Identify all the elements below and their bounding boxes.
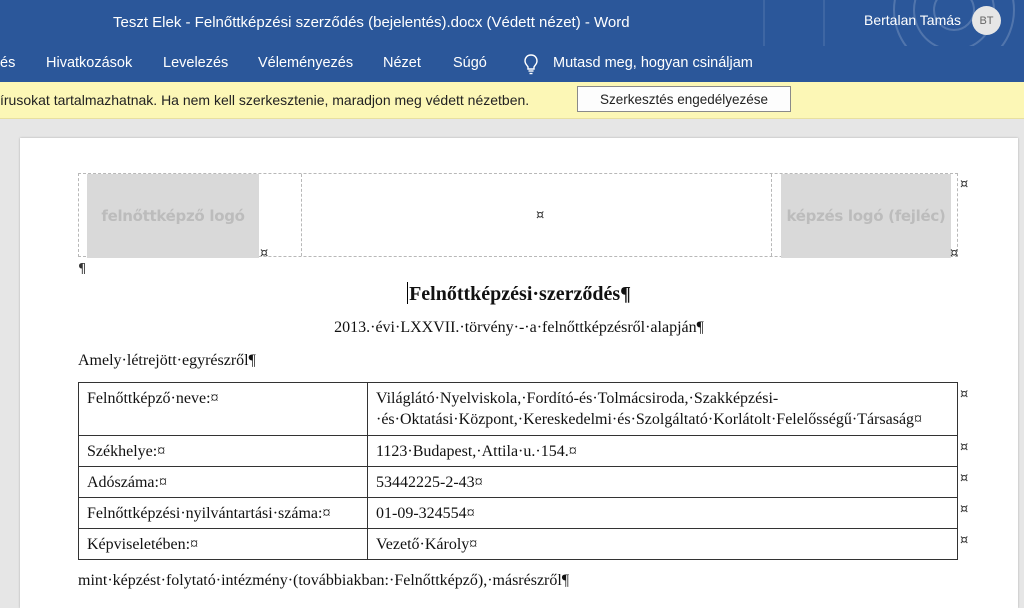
table-cell-value[interactable]: Világlátó·Nyelviskola,·Fordító-és·Tolmác… — [367, 382, 958, 436]
table-cell-label[interactable]: Képviseletében:¤ — [78, 528, 368, 560]
document-title-text: Felnőttképzési·szerződés¶ — [409, 283, 631, 305]
header-table: felnőttképző logó képzés logó (fejléc) — [78, 173, 958, 258]
table-row: Képviseletében:¤ Vezető·Károly¤ — [78, 528, 958, 560]
window-title: Teszt Elek - Felnőttképzési szerződés (b… — [113, 14, 630, 31]
table-row: Felnőttképzési·nyilvántartási·száma:¤ 01… — [78, 497, 958, 529]
document-subtitle[interactable]: 2013.·évi·LXXVII.·törvény·-·a·felnőttkép… — [20, 319, 1018, 337]
tell-me-search[interactable]: Mutasd meg, hogyan csináljam — [553, 55, 753, 71]
document-page[interactable]: felnőttképző logó képzés logó (fejléc) ¤… — [20, 138, 1018, 608]
tab-references[interactable]: Hivatkozások — [46, 55, 132, 71]
row-end-mark: ¤ — [960, 502, 969, 517]
ribbon-tabs: és Hivatkozások Levelezés Véleményezés N… — [0, 46, 1024, 82]
table-row: Székhelye:¤ 1123·Budapest,·Attila·u.·154… — [78, 435, 958, 467]
table-cell-label[interactable]: Székhelye:¤ — [78, 435, 368, 467]
table-row: Felnőttképző·neve:¤ Világlátó·Nyelviskol… — [78, 382, 958, 436]
paragraph-mark: ¶ — [78, 262, 87, 277]
lightbulb-icon[interactable] — [522, 53, 540, 75]
cell-end-mark: ¤ — [950, 246, 959, 261]
intro-paragraph[interactable]: Amely·létrejött·egyrészről¶ — [78, 352, 256, 370]
row-end-mark: ¤ — [960, 471, 969, 486]
tab-view[interactable]: Nézet — [383, 55, 421, 71]
cell-end-mark: ¤ — [536, 208, 545, 223]
table-row: Adószáma:¤ 53442225-2-43¤ — [78, 466, 958, 498]
tab-help[interactable]: Súgó — [453, 55, 487, 71]
title-bar: Teszt Elek - Felnőttképzési szerződés (b… — [0, 0, 1024, 46]
party-data-table: Felnőttképző·neve:¤ Világlátó·Nyelviskol… — [78, 382, 958, 560]
header-cell-divider — [301, 174, 302, 256]
closing-paragraph[interactable]: mint·képzést·folytató·intézmény·(további… — [78, 572, 569, 590]
avatar[interactable]: BT — [972, 6, 1001, 35]
tab-review[interactable]: Véleményezés — [258, 55, 353, 71]
account-name[interactable]: Bertalan Tamás — [864, 12, 961, 28]
tab-home-partial[interactable]: és — [0, 55, 15, 71]
table-cell-label[interactable]: Adószáma:¤ — [78, 466, 368, 498]
tab-mailings[interactable]: Levelezés — [163, 55, 228, 71]
row-end-mark: ¤ — [960, 440, 969, 455]
table-cell-label[interactable]: Felnőttképzési·nyilvántartási·száma:¤ — [78, 497, 368, 529]
table-cell-value[interactable]: 1123·Budapest,·Attila·u.·154.¤ — [367, 435, 958, 467]
protected-view-message: írusokat tartalmazhatnak. Ha nem kell sz… — [0, 92, 530, 108]
cell-end-mark: ¤ — [260, 246, 269, 261]
table-cell-value[interactable]: 53442225-2-43¤ — [367, 466, 958, 498]
right-logo-placeholder: képzés logó (fejléc) — [781, 174, 951, 258]
enable-editing-button[interactable]: Szerkesztés engedélyezése — [577, 86, 791, 112]
header-cell-divider — [771, 174, 772, 256]
table-cell-value[interactable]: Vezető·Károly¤ — [367, 528, 958, 560]
row-end-mark: ¤ — [960, 387, 969, 402]
row-end-mark: ¤ — [960, 177, 969, 192]
table-cell-value[interactable]: 01-09-324554¤ — [367, 497, 958, 529]
row-end-mark: ¤ — [960, 533, 969, 548]
document-title[interactable]: Felnőttképzési·szerződés¶ — [20, 282, 1018, 306]
protected-view-bar: írusokat tartalmazhatnak. Ha nem kell sz… — [0, 82, 1024, 119]
text-cursor — [407, 282, 409, 304]
left-logo-placeholder: felnőttképző logó — [87, 174, 259, 258]
table-cell-label[interactable]: Felnőttképző·neve:¤ — [78, 382, 368, 436]
